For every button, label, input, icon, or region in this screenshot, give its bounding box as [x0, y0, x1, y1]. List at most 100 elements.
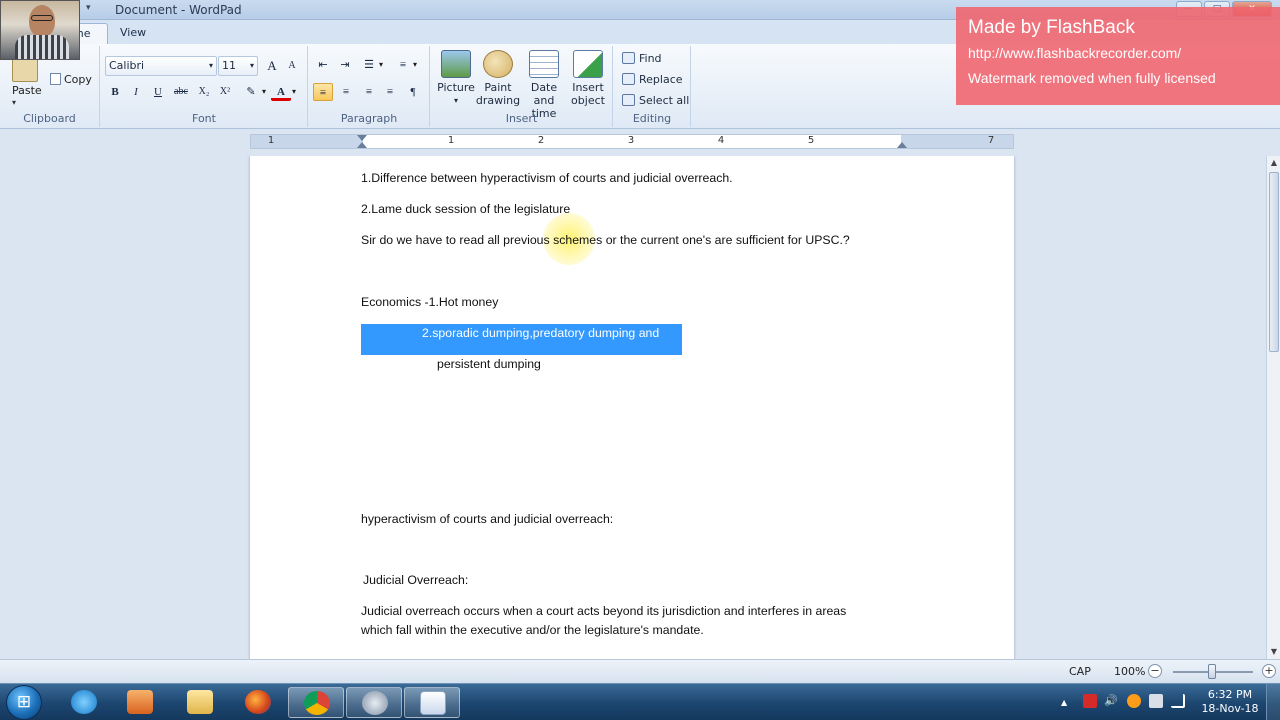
ruler-number: 1	[267, 135, 275, 146]
taskbar-flashback[interactable]	[346, 687, 402, 718]
font-family-select[interactable]: Calibri ▾	[105, 56, 217, 76]
chevron-down-icon[interactable]: ▾	[379, 60, 383, 69]
date-time-button[interactable]: Date and time	[521, 50, 567, 120]
webcam-glasses	[31, 15, 53, 21]
doc-line[interactable]: persistent dumping	[437, 357, 541, 371]
first-line-indent-marker[interactable]	[357, 135, 367, 141]
increase-indent-icon[interactable]: ⇥	[335, 56, 355, 74]
clipboard-group-label: Clipboard	[23, 112, 76, 125]
clock-time: 6:32 PM	[1207, 688, 1253, 701]
chevron-down-icon[interactable]: ▾	[292, 87, 296, 96]
shrink-font-icon[interactable]: A	[282, 57, 302, 75]
editing-group-label: Editing	[632, 112, 672, 125]
start-button[interactable]	[6, 685, 42, 720]
chevron-down-icon: ▾	[249, 61, 254, 70]
paint-drawing-label: Paint drawing	[475, 81, 521, 107]
scroll-down-icon[interactable]: ▼	[1269, 647, 1279, 657]
font-size-value: 11	[222, 59, 236, 72]
taskbar-chrome[interactable]	[288, 687, 344, 718]
subscript-button[interactable]: X₂	[194, 83, 214, 101]
superscript-button[interactable]: X²	[215, 83, 235, 101]
taskbar-explorer[interactable]	[172, 687, 228, 718]
paragraph-group: ⇤ ⇥ ☰ ▾ ≡ ▾ ≡ ≡ ≡ ≡ ¶ Paragraph	[309, 46, 430, 127]
text-color-icon[interactable]: A	[271, 83, 291, 101]
recorder-icon	[362, 691, 388, 715]
underline-button[interactable]: U	[148, 83, 168, 101]
insert-picture-label: Picture	[437, 81, 475, 94]
doc-line[interactable]: which fall within the executive and/or t…	[361, 623, 704, 637]
pdf-tray-icon[interactable]	[1083, 694, 1097, 708]
align-right-icon[interactable]: ≡	[359, 83, 379, 101]
paragraph-settings-icon[interactable]: ¶	[403, 83, 423, 101]
taskbar-media-player[interactable]	[112, 687, 168, 718]
tab-view[interactable]: View	[110, 23, 156, 44]
zoom-in-button[interactable]: +	[1262, 664, 1276, 678]
strikethrough-button[interactable]: abc	[171, 83, 191, 101]
volume-icon[interactable]: 🔊	[1104, 694, 1118, 708]
line-spacing-icon[interactable]: ≡	[393, 56, 413, 74]
doc-line[interactable]: hyperactivism of courts and judicial ove…	[361, 512, 613, 526]
zoom-out-button[interactable]: −	[1148, 664, 1162, 678]
show-desktop-button[interactable]	[1266, 684, 1280, 720]
insert-group: Picture ▾ Paint drawing Date and time In…	[431, 46, 613, 127]
chrome-icon	[304, 691, 330, 715]
insert-picture-button[interactable]: Picture ▾	[433, 50, 479, 107]
scroll-thumb[interactable]	[1269, 172, 1279, 352]
doc-line[interactable]: Sir do we have to read all previous sche…	[361, 233, 850, 247]
doc-line-selected[interactable]: 2.sporadic dumping,predatory dumping and	[422, 326, 659, 340]
doc-line[interactable]: Judicial Overreach:	[363, 573, 468, 587]
align-left-icon[interactable]: ≡	[313, 83, 333, 101]
scroll-up-icon[interactable]: ▲	[1269, 158, 1279, 168]
font-size-select[interactable]: 11 ▾	[218, 56, 258, 76]
right-indent-marker[interactable]	[897, 142, 907, 148]
grow-font-icon[interactable]: A	[262, 57, 282, 75]
vertical-scrollbar[interactable]: ▲ ▼	[1266, 156, 1280, 659]
left-indent-marker[interactable]	[357, 142, 367, 148]
ruler-number: 2	[537, 135, 545, 146]
taskbar-internet-explorer[interactable]	[56, 687, 112, 718]
doc-line[interactable]: Judicial overreach occurs when a court a…	[361, 604, 846, 618]
taskbar-clock[interactable]: 6:32 PM 18-Nov-18	[1196, 688, 1264, 716]
align-center-icon[interactable]: ≡	[336, 83, 356, 101]
doc-line[interactable]: 1.Difference between hyperactivism of co…	[361, 171, 733, 185]
editing-group: Find Replace Select all Editing	[614, 46, 691, 127]
picture-icon	[441, 50, 471, 78]
zoom-slider-handle[interactable]	[1208, 664, 1216, 679]
font-group: Calibri ▾ 11 ▾ A A B I U abc X₂ X² ✎ ▾ A…	[101, 46, 308, 127]
insert-object-button[interactable]: Insert object	[565, 50, 611, 107]
chevron-down-icon[interactable]: ▾	[262, 87, 266, 96]
browser-tray-icon[interactable]	[1127, 694, 1141, 708]
taskbar-firefox[interactable]	[230, 687, 286, 718]
decrease-indent-icon[interactable]: ⇤	[313, 56, 333, 74]
copy-button[interactable]: Copy	[50, 73, 92, 86]
zoom-level: 100%	[1114, 665, 1146, 678]
paint-drawing-button[interactable]: Paint drawing	[475, 50, 521, 107]
taskbar-wordpad[interactable]	[404, 687, 460, 718]
doc-line[interactable]: 2.Lame duck session of the legislature	[361, 202, 570, 216]
device-tray-icon[interactable]	[1149, 694, 1163, 708]
chevron-down-icon[interactable]: ▾	[413, 60, 417, 69]
taskbar: ▲ 🔊 6:32 PM 18-Nov-18	[0, 683, 1280, 720]
find-button[interactable]: Find	[622, 52, 662, 65]
select-all-label: Select all	[639, 94, 690, 107]
select-all-button[interactable]: Select all	[622, 94, 689, 107]
replace-button[interactable]: Replace	[622, 73, 683, 86]
bullets-icon[interactable]: ☰	[359, 56, 379, 74]
ruler-bar: 1 1 2 3 4 5 7	[0, 130, 1280, 156]
caps-lock-indicator: CAP	[1069, 665, 1091, 678]
tray-expand-icon[interactable]: ▲	[1061, 698, 1071, 707]
bold-button[interactable]: B	[105, 83, 125, 101]
paste-dropdown-icon[interactable]: ▾	[12, 98, 16, 107]
justify-icon[interactable]: ≡	[380, 83, 400, 101]
network-icon[interactable]	[1171, 694, 1185, 708]
ruler[interactable]: 1 1 2 3 4 5 7	[250, 134, 1014, 149]
highlight-color-icon[interactable]: ✎	[241, 83, 261, 101]
italic-button[interactable]: I	[126, 83, 146, 101]
doc-line[interactable]: Economics -1.Hot money	[361, 295, 498, 309]
quick-access-dropdown-icon[interactable]: ▾	[86, 3, 91, 13]
paragraph-group-label: Paragraph	[340, 112, 398, 125]
document-page[interactable]: 1.Difference between hyperactivism of co…	[250, 156, 1014, 659]
paste-button[interactable]: Paste	[12, 84, 42, 97]
internet-explorer-icon	[71, 690, 97, 714]
webcam-shirt	[15, 35, 69, 59]
